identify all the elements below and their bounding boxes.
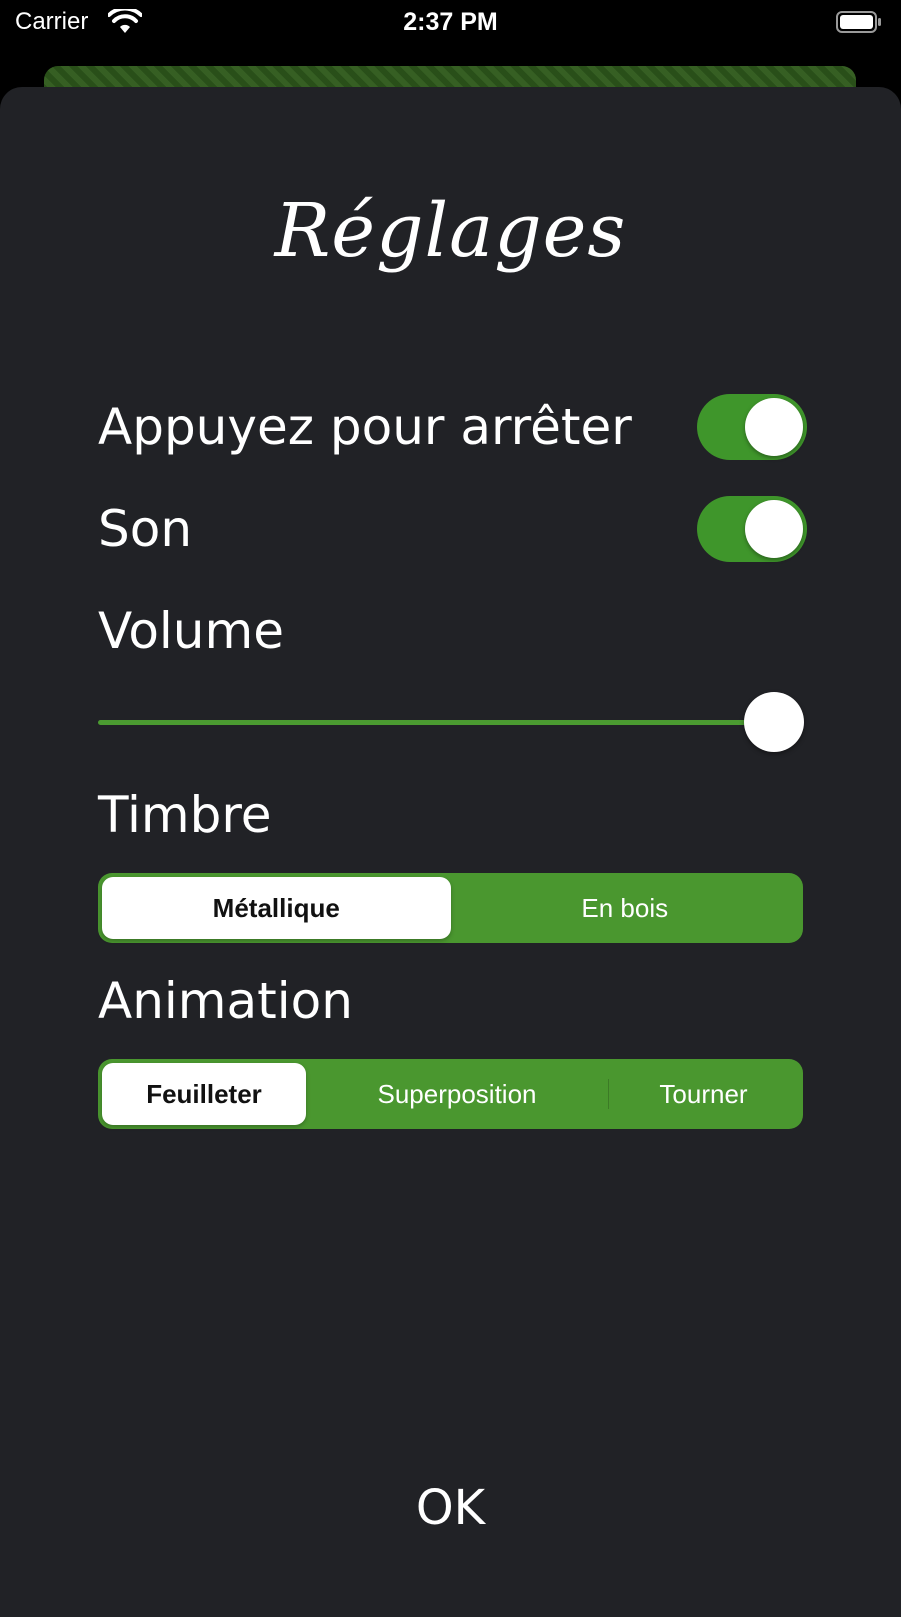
animation-label: Animation [98, 972, 353, 1030]
slider-track [98, 720, 774, 725]
ok-button[interactable]: OK [0, 1480, 901, 1536]
timbre-label: Timbre [98, 786, 272, 844]
settings-sheet [0, 87, 901, 1617]
animation-option-overlay[interactable]: Superposition [306, 1063, 608, 1125]
slider-thumb[interactable] [744, 692, 804, 752]
sound-toggle[interactable] [697, 496, 807, 562]
toggle-knob [745, 398, 803, 456]
volume-label: Volume [98, 602, 284, 660]
animation-option-rotate[interactable]: Tourner [608, 1063, 799, 1125]
sound-label: Son [98, 500, 193, 558]
animation-option-flip[interactable]: Feuilleter [102, 1063, 306, 1125]
toggle-knob [745, 500, 803, 558]
segment-divider [608, 1079, 609, 1109]
tap-to-stop-toggle[interactable] [697, 394, 807, 460]
timbre-option-wood[interactable]: En bois [451, 877, 800, 939]
animation-segmented-control: Feuilleter Superposition Tourner [98, 1059, 803, 1129]
volume-slider[interactable] [98, 690, 804, 754]
timbre-segmented-control: Métallique En bois [98, 873, 803, 943]
status-bar: Carrier 2:37 PM [0, 0, 901, 46]
page-title: Réglages [274, 188, 627, 274]
battery-icon [836, 11, 882, 33]
animation-option-rotate-label: Tourner [659, 1078, 748, 1109]
tap-to-stop-label: Appuyez pour arrêter [98, 398, 632, 456]
timbre-option-metallic[interactable]: Métallique [102, 877, 451, 939]
clock: 2:37 PM [403, 8, 498, 36]
